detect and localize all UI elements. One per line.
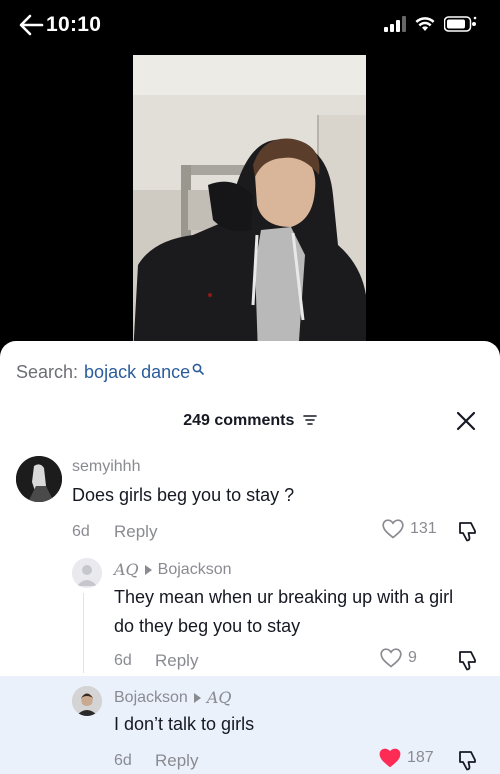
username-text: Bojackson bbox=[114, 688, 188, 706]
heart-outline-icon bbox=[382, 519, 404, 539]
comment-text: I don’t talk to girls bbox=[114, 714, 255, 734]
search-query-link[interactable]: bojack dance bbox=[84, 362, 190, 383]
like-count: 187 bbox=[407, 749, 434, 766]
reply-to-arrow-icon bbox=[144, 564, 152, 575]
like-button[interactable]: 187 bbox=[379, 748, 434, 768]
comment-age: 6d bbox=[114, 652, 132, 669]
sort-filter-icon[interactable] bbox=[303, 414, 317, 426]
comment-text: Does girls beg you to stay ? bbox=[72, 485, 295, 505]
status-bar: 10:10 bbox=[0, 0, 500, 52]
battery-icon bbox=[444, 16, 477, 32]
avatar-image bbox=[72, 686, 102, 716]
dislike-icon[interactable] bbox=[456, 520, 478, 542]
like-count: 131 bbox=[410, 520, 437, 537]
comment-text: They mean when ur breaking up with a gir… bbox=[114, 587, 454, 636]
system-icons bbox=[384, 16, 478, 32]
comment-age: 6d bbox=[114, 752, 132, 769]
reply-to-arrow-icon bbox=[193, 692, 201, 703]
like-button[interactable]: 9 bbox=[380, 648, 417, 668]
comments-count: 249 comments bbox=[183, 412, 295, 429]
reply-button[interactable]: Reply bbox=[114, 522, 157, 542]
avatar[interactable] bbox=[72, 686, 102, 716]
reply-button[interactable]: Reply bbox=[155, 651, 198, 671]
search-icon bbox=[192, 363, 204, 375]
like-count: 9 bbox=[408, 649, 417, 666]
comment-username[interactable]: AQ Bojackson bbox=[114, 560, 232, 579]
dislike-icon[interactable] bbox=[456, 649, 478, 671]
thread-line bbox=[83, 593, 84, 673]
signal-icon bbox=[384, 16, 406, 32]
username-signature: AQ bbox=[114, 560, 139, 579]
dislike-icon[interactable] bbox=[456, 749, 478, 771]
comment-age: 6d bbox=[72, 523, 90, 540]
comment-username[interactable]: semyihhh bbox=[72, 458, 140, 476]
comments-header: 249 comments bbox=[0, 412, 500, 430]
comment-username[interactable]: Bojackson AQ bbox=[114, 688, 232, 707]
heart-outline-icon bbox=[380, 648, 402, 668]
back-button[interactable]: 10:10 bbox=[18, 12, 101, 38]
video-preview[interactable] bbox=[133, 55, 366, 355]
video-frame bbox=[133, 55, 366, 355]
comments-sheet: Search: bojack dance 249 comments semyih… bbox=[0, 341, 500, 774]
avatar[interactable] bbox=[72, 558, 102, 588]
avatar-image bbox=[72, 558, 102, 588]
status-time: 10:10 bbox=[46, 13, 102, 36]
close-icon[interactable] bbox=[456, 411, 476, 431]
like-button[interactable]: 131 bbox=[382, 519, 437, 539]
search-suggestion[interactable]: Search: bojack dance bbox=[16, 362, 204, 383]
wifi-icon bbox=[415, 17, 435, 31]
avatar-image bbox=[16, 456, 62, 502]
reply-to-signature: AQ bbox=[206, 688, 232, 707]
search-label: Search: bbox=[16, 362, 79, 382]
reply-to-username: Bojackson bbox=[157, 560, 232, 578]
reply-button[interactable]: Reply bbox=[155, 751, 198, 771]
heart-filled-icon bbox=[379, 748, 401, 768]
avatar[interactable] bbox=[16, 456, 62, 502]
back-arrow-icon bbox=[19, 14, 44, 36]
